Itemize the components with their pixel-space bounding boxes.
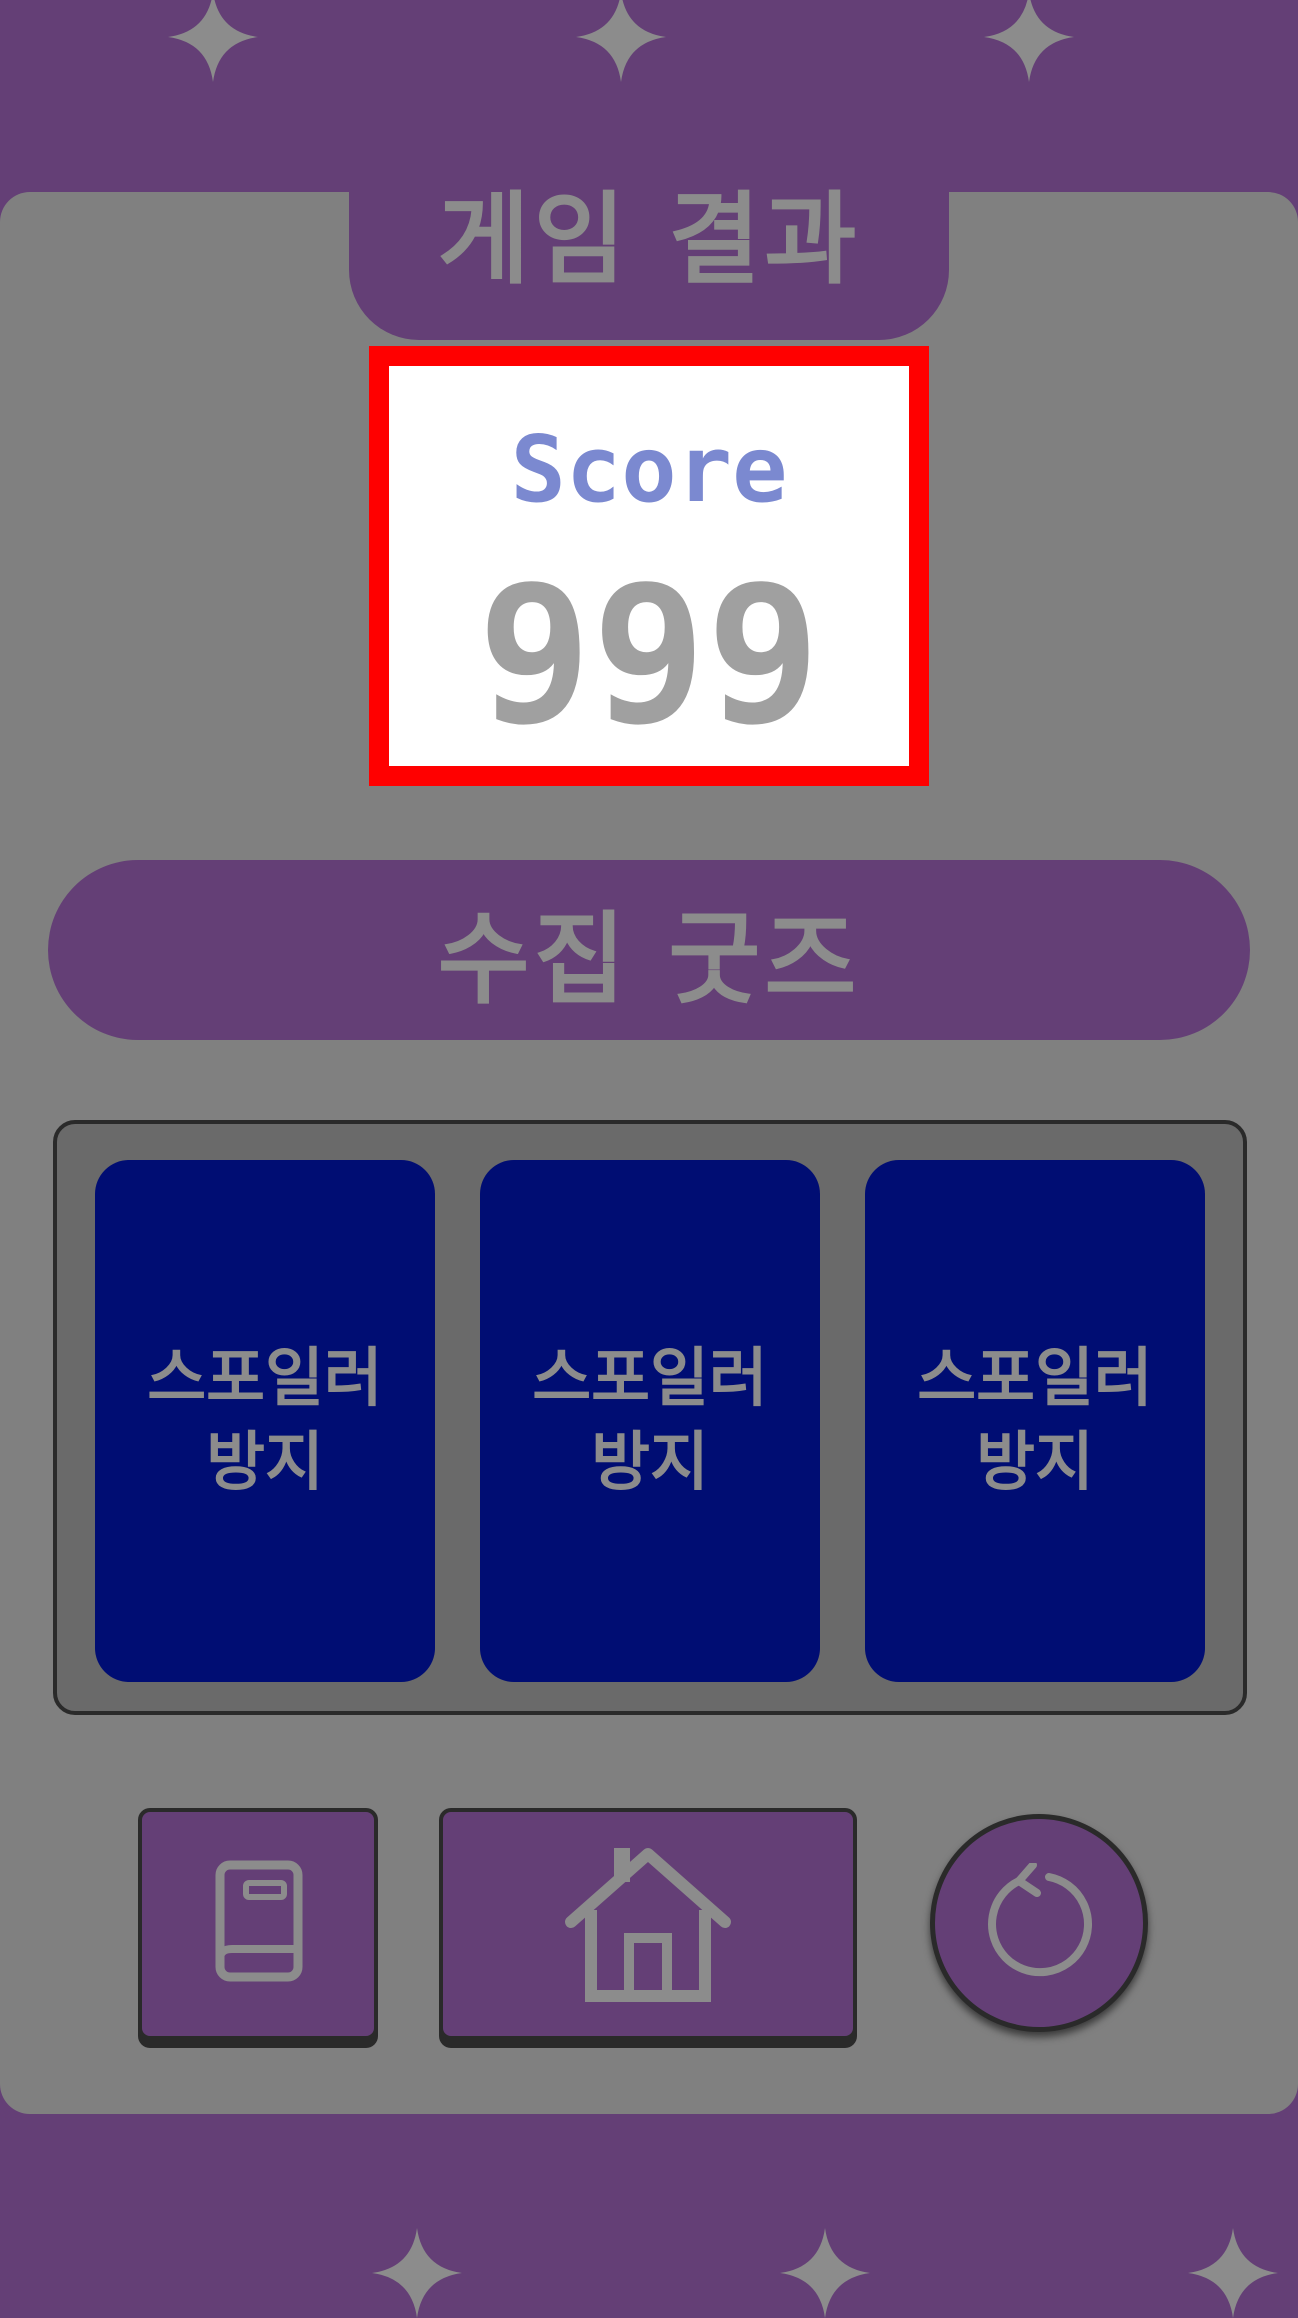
goods-card-label: 스포일러 방지 (532, 1342, 768, 1500)
score-label: Score (510, 416, 788, 523)
sparkle-icon (1188, 2228, 1278, 2318)
sparkle-icon (372, 2228, 462, 2318)
score-box: Score 999 (369, 346, 929, 786)
goods-card[interactable]: 스포일러 방지 (480, 1160, 820, 1682)
retry-icon (979, 1863, 1099, 1983)
goods-title-banner: 수집 굿즈 (48, 860, 1250, 1040)
sparkle-icon (576, 0, 666, 82)
home-button[interactable] (439, 1808, 857, 2040)
result-title-tab: 게임 결과 (349, 150, 949, 340)
collection-book-button[interactable] (138, 1808, 378, 2040)
book-icon (208, 1859, 308, 1989)
home-icon (563, 1844, 733, 2004)
sparkle-icon (780, 2228, 870, 2318)
goods-card-label: 스포일러 방지 (147, 1342, 383, 1500)
sparkle-icon (984, 0, 1074, 82)
sparkle-icon (168, 0, 258, 82)
retry-button[interactable] (930, 1814, 1148, 2032)
goods-card-label: 스포일러 방지 (917, 1342, 1153, 1500)
goods-tray: 스포일러 방지 스포일러 방지 스포일러 방지 (53, 1120, 1247, 1715)
goods-card[interactable]: 스포일러 방지 (95, 1160, 435, 1682)
score-value: 999 (477, 545, 821, 766)
goods-title: 수집 굿즈 (437, 900, 861, 1018)
goods-card[interactable]: 스포일러 방지 (865, 1160, 1205, 1682)
result-title: 게임 결과 (437, 180, 861, 298)
